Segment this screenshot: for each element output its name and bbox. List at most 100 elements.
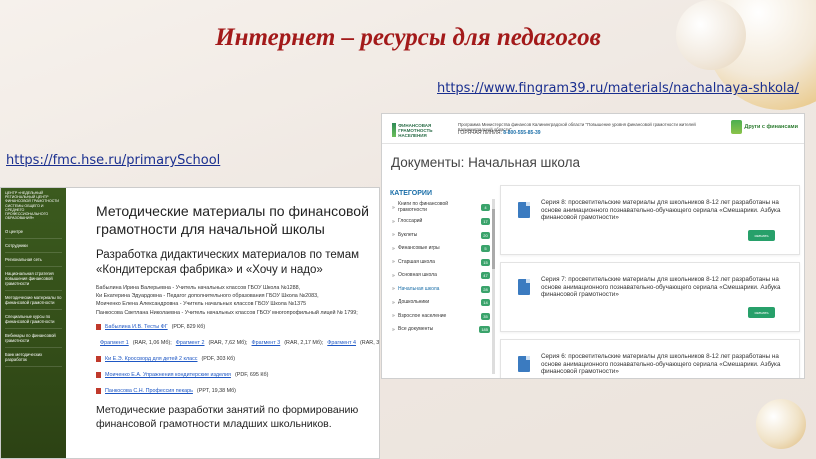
resource-row: Бабылина И.В. Тесты ФГ (PDF, 829 Кб) <box>96 323 375 331</box>
hotline-number[interactable]: 8-800-555-85-39 <box>503 130 540 136</box>
resource-link[interactable]: Моиченко Е.А. Упражнения кондитерские из… <box>105 371 231 379</box>
category-label: Книги по финансовой грамотности <box>398 201 449 213</box>
count-badge: 17 <box>481 218 490 226</box>
hotline-label: ГОРЯЧАЯ ЛИНИЯ: <box>458 130 502 136</box>
slide-title: Интернет – ресурсы для педагогов <box>215 24 601 51</box>
resource-link[interactable]: Ки Е.Э. Кроссворд для детей 2 класс <box>105 355 198 363</box>
resource-list: Бабылина И.В. Тесты ФГ (PDF, 829 Кб) Фра… <box>96 323 379 395</box>
category-label: Все документы <box>398 326 434 333</box>
category-item[interactable]: Книги по финансовой грамотности 4 <box>390 200 490 215</box>
category-label: Глоссарий <box>398 218 423 225</box>
category-label: Взрослое население <box>398 312 447 319</box>
document-icon <box>518 356 530 372</box>
sidebar-item[interactable]: Методические материалы по финансовой гра… <box>5 291 62 311</box>
document-title[interactable]: Серия 6: просветительские материалы для … <box>541 353 791 376</box>
fmc-hse-link[interactable]: https://fmc.hse.ru/primarySchool <box>6 153 220 168</box>
scrollbar-thumb[interactable] <box>492 209 495 269</box>
resource-link[interactable]: Бабылина И.В. Тесты ФГ <box>105 323 168 331</box>
categories-heading: КАТЕГОРИИ <box>390 190 432 197</box>
decorative-ornament <box>756 399 806 449</box>
count-badge: 4 <box>481 204 490 212</box>
author-line: Панкосова Светлана Николаевна - Учитель … <box>96 309 358 316</box>
category-label: Дошкольники <box>398 299 430 306</box>
partner-text: Други с финансами <box>744 124 798 130</box>
document-icon <box>518 202 530 218</box>
author-line: Бабылина Ирина Валерьевна - Учитель нача… <box>96 285 301 291</box>
logo-text: ФИНАНСОВАЯ ГРАМОТНОСТЬ НАСЕЛЕНИЯ <box>398 122 433 138</box>
file-meta: (PDF, 303 Кб) <box>201 355 236 362</box>
document-card: Серия 8: просветительские материалы для … <box>500 185 800 255</box>
author-line: Моиченко Елена Александровна - Учитель н… <box>96 301 307 308</box>
document-icon <box>518 279 530 295</box>
sidebar-item[interactable]: Сотрудники <box>5 239 62 254</box>
category-item[interactable]: Старшая школа 15 <box>390 256 490 270</box>
document-list: Серия 8: просветительские материалы для … <box>500 185 800 378</box>
resource-link[interactable]: Фрагмент 3 <box>252 339 281 347</box>
category-label: Буклеты <box>398 231 418 238</box>
authors-list: Бабылина Ирина Валерьевна - Учитель нача… <box>96 284 375 317</box>
category-label: Финансовые игры <box>398 245 440 252</box>
file-icon <box>96 387 101 394</box>
category-item[interactable]: Финансовые игры 5 <box>390 242 490 256</box>
sidebar-item[interactable]: Национальная стратегия повышения финансо… <box>5 267 62 292</box>
hotline: ГОРЯЧАЯ ЛИНИЯ: 8-800-555-85-39 <box>458 130 541 136</box>
page-title: Документы: Начальная школа <box>391 155 581 170</box>
count-badge: 15 <box>481 258 490 266</box>
category-label: Начальная школа <box>398 285 440 292</box>
document-card: Серия 6: просветительские материалы для … <box>500 339 800 378</box>
document-title[interactable]: Серия 7: просветительские материалы для … <box>541 276 791 299</box>
page-title: Методические материалы по финансовой гра… <box>96 203 369 237</box>
category-item[interactable]: Основная школа 47 <box>390 269 490 283</box>
category-item[interactable]: Буклеты 20 <box>390 229 490 243</box>
section-heading: Разработка дидактических материалов по т… <box>96 249 360 276</box>
count-badge: 20 <box>481 231 490 239</box>
download-button[interactable]: скачать <box>748 307 775 318</box>
category-item[interactable]: Взрослое население 35 <box>390 310 490 324</box>
file-icon <box>96 323 101 330</box>
file-meta: (PDF, 695 Кб) <box>234 371 269 378</box>
sidebar-item[interactable]: О центре <box>5 225 62 240</box>
count-badge: 47 <box>481 272 490 280</box>
file-icon <box>96 355 101 362</box>
document-card: Серия 7: просветительские материалы для … <box>500 262 800 332</box>
fmc-site-screenshot: ЦЕНТР «НЕДЕЛЬНЫЙ РЕГИОНАЛЬНЫЙ ЦЕНТР ФИНА… <box>0 187 380 459</box>
resource-link[interactable]: Фрагмент 4 <box>327 339 356 347</box>
count-badge: 28 <box>481 285 490 293</box>
document-title[interactable]: Серия 8: просветительские материалы для … <box>541 199 791 222</box>
category-label: Старшая школа <box>398 258 435 265</box>
sidebar-item[interactable]: Вебинары по финансовой грамотности <box>5 329 62 349</box>
sidebar-item[interactable]: Банк методических разработок <box>5 348 62 368</box>
categories-panel: КАТЕГОРИИ Книги по финансовой грамотност… <box>390 189 490 337</box>
category-item-active[interactable]: Начальная школа 28 <box>390 283 490 297</box>
category-item[interactable]: Глоссарий 17 <box>390 215 490 229</box>
count-badge: 14 <box>481 299 490 307</box>
file-meta: (PPT, 19,38 Мб) <box>196 387 236 394</box>
file-icon <box>96 371 101 378</box>
resource-link[interactable]: Фрагмент 2 <box>176 339 205 347</box>
scrollbar[interactable] <box>492 199 495 374</box>
resource-row: Панкосова С.Н. Профессия пекарь (PPT, 19… <box>96 387 375 395</box>
site-logo[interactable]: ФИНАНСОВАЯ ГРАМОТНОСТЬ НАСЕЛЕНИЯ <box>392 120 440 140</box>
partner-logo[interactable]: Други с финансами <box>731 120 798 134</box>
download-button[interactable]: скачать <box>748 230 775 241</box>
count-badge: 35 <box>481 312 490 320</box>
count-badge: 185 <box>479 326 490 334</box>
sidebar-item[interactable]: Региональная сеть <box>5 253 62 268</box>
author-line: Ки Екатерина Эдуардовна - Педагог дополн… <box>96 293 319 300</box>
resource-row: Фрагмент 1 (RAR, 1,06 Мб); Фрагмент 2 (R… <box>96 339 379 347</box>
category-item[interactable]: Все документы 185 <box>390 323 490 337</box>
file-meta: (RAR, 7,62 Мб); <box>208 339 248 346</box>
sidebar: ЦЕНТР «НЕДЕЛЬНЫЙ РЕГИОНАЛЬНЫЙ ЦЕНТР ФИНА… <box>1 188 66 458</box>
file-meta: (RAR, 2,17 Мб); <box>284 339 324 346</box>
fingram-site-screenshot: ФИНАНСОВАЯ ГРАМОТНОСТЬ НАСЕЛЕНИЯ Програм… <box>381 113 805 379</box>
resource-link[interactable]: Панкосова С.Н. Профессия пекарь <box>105 387 193 395</box>
logo-icon <box>392 123 397 137</box>
category-item[interactable]: Дошкольники 14 <box>390 296 490 310</box>
count-badge: 5 <box>481 245 490 253</box>
category-label: Основная школа <box>398 272 437 279</box>
fingram-link[interactable]: https://www.fingram39.ru/materials/nacha… <box>437 81 799 96</box>
partner-icon <box>731 120 743 134</box>
sidebar-item[interactable]: Специальные курсы по финансовой грамотно… <box>5 310 62 330</box>
resource-link[interactable]: Фрагмент 1 <box>100 339 129 347</box>
main-content: Методические материалы по финансовой гра… <box>96 202 379 431</box>
